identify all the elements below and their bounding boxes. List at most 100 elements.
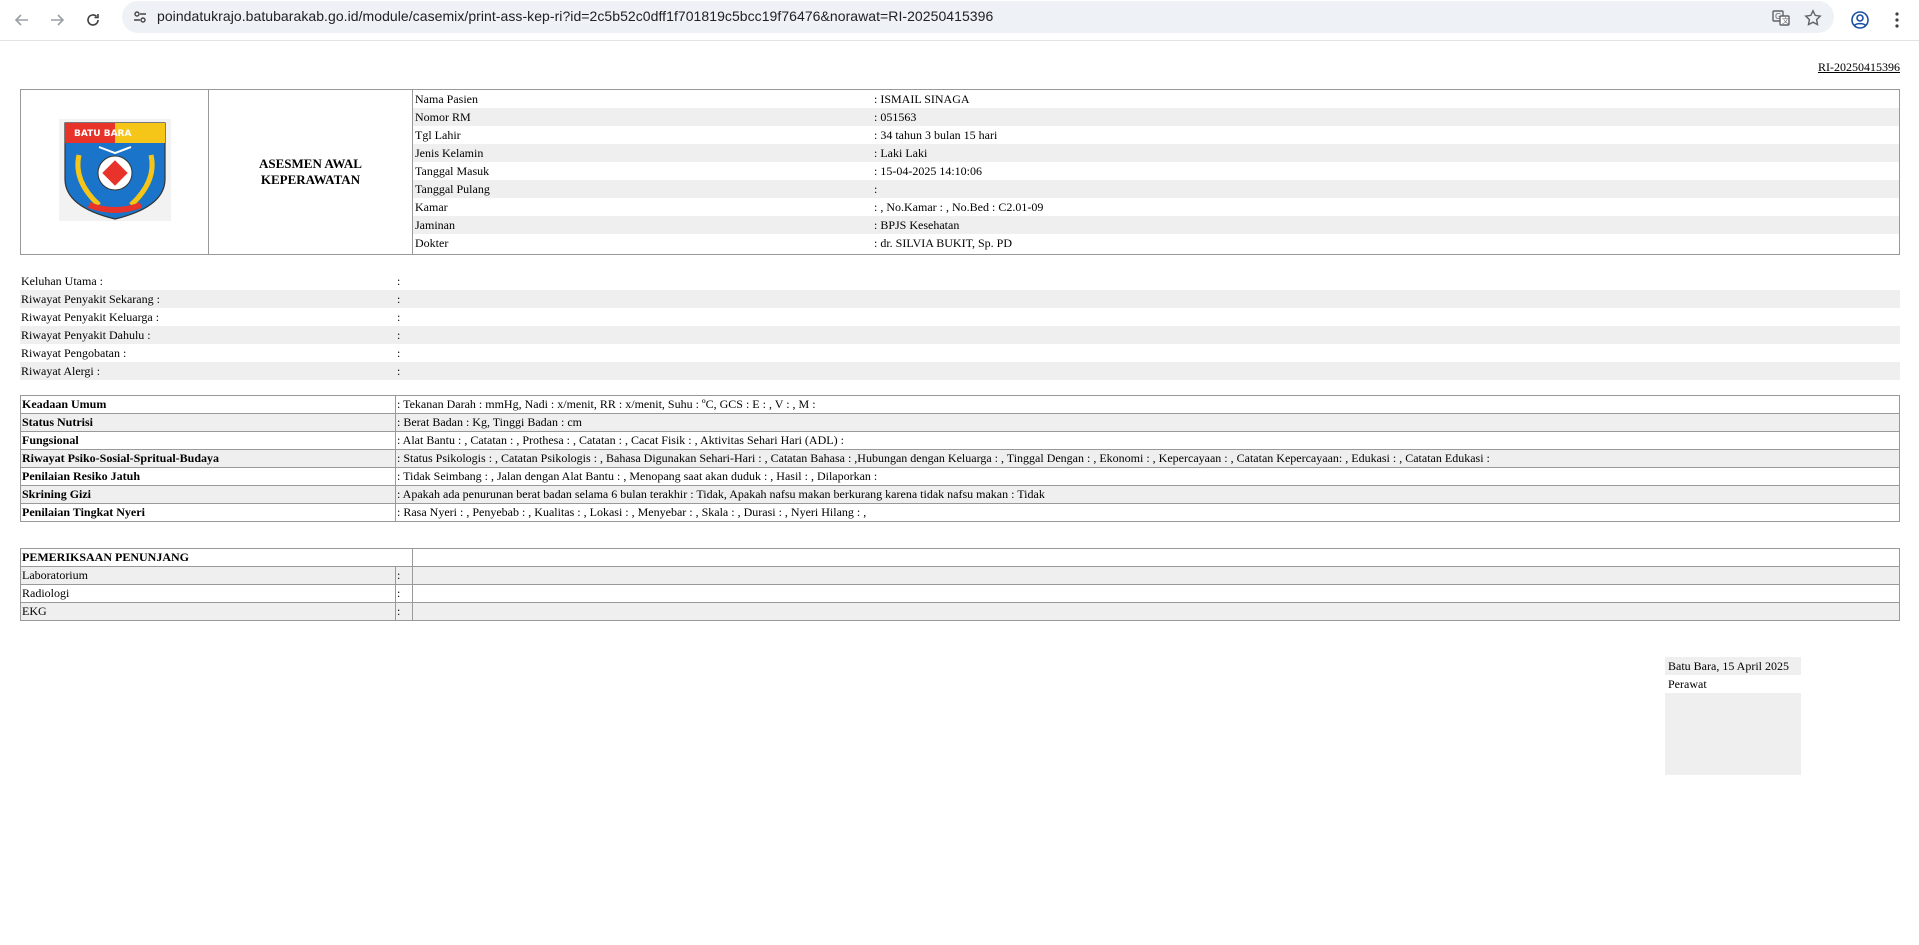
info-row: Jenis Kelamin: Laki Laki bbox=[413, 144, 1899, 162]
profile-icon[interactable] bbox=[1848, 8, 1872, 32]
assessment-value: : Alat Bantu : , Catatan : , Prothesa : … bbox=[395, 431, 1900, 450]
history-label: Riwayat Penyakit Keluarga : bbox=[21, 310, 160, 324]
svg-text:文: 文 bbox=[1782, 16, 1789, 25]
info-row: Nomor RM: 051563 bbox=[413, 108, 1899, 126]
history-label: Riwayat Penyakit Dahulu : bbox=[21, 328, 151, 342]
menu-kebab-icon[interactable] bbox=[1885, 8, 1909, 32]
info-label: Nomor RM bbox=[413, 108, 872, 126]
info-value: : BPJS Kesehatan bbox=[872, 216, 1899, 234]
history-row: Riwayat Alergi :: bbox=[20, 362, 1900, 380]
info-label: Nama Pasien bbox=[415, 91, 478, 106]
site-info-icon[interactable] bbox=[132, 9, 148, 25]
info-row: Nama Pasien : ISMAIL SINAGA bbox=[413, 90, 1899, 108]
history-label: Riwayat Alergi : bbox=[21, 364, 101, 378]
history-row: Keluhan Utama :: bbox=[20, 272, 1900, 290]
assessment-label: Skrining Gizi bbox=[20, 485, 396, 504]
address-bar[interactable]: poindatukrajo.batubarakab.go.id/module/c… bbox=[122, 1, 1834, 33]
assessment-label: Fungsional bbox=[20, 431, 396, 450]
history-label: Riwayat Pengobatan : bbox=[21, 346, 127, 360]
history-row: Riwayat Penyakit Keluarga :: bbox=[20, 308, 1900, 326]
assessment-row: Keadaan Umum: Tekanan Darah : mmHg, Nadi… bbox=[20, 395, 1900, 414]
assessment-row: Status Nutrisi: Berat Badan : Kg, Tinggi… bbox=[20, 413, 1900, 432]
history-colon: : bbox=[397, 274, 401, 288]
info-label: Jenis Kelamin bbox=[413, 144, 872, 162]
info-row: Kamar : , No.Kamar : , No.Bed : C2.01-09 bbox=[413, 198, 1899, 216]
assessment-row: Skrining Gizi: Apakah ada penurunan bera… bbox=[20, 485, 1900, 504]
history-colon: : bbox=[397, 346, 401, 360]
penunjang-row: EKG: bbox=[20, 602, 1900, 621]
penunjang-label: Laboratorium bbox=[20, 566, 396, 585]
assessment-row: Penilaian Tingkat Nyeri: Rasa Nyeri : , … bbox=[20, 503, 1900, 522]
signature-date: Batu Bara, 15 April 2025 bbox=[1665, 657, 1801, 675]
info-row: Tanggal Pulang: bbox=[413, 180, 1899, 198]
patient-header-table: BATU BARA ASESMEN AWAL KEPERAWATAN Nama … bbox=[20, 89, 1900, 255]
info-label: Dokter bbox=[415, 235, 449, 250]
history-row: Riwayat Penyakit Sekarang :: bbox=[20, 290, 1900, 308]
penunjang-value bbox=[412, 602, 1900, 621]
penunjang-label: Radiologi bbox=[20, 584, 396, 603]
penunjang-title: PEMERIKSAAN PENUNJANG bbox=[20, 548, 413, 567]
forward-arrow-icon[interactable] bbox=[45, 8, 69, 32]
info-row: Dokter : dr. SILVIA BUKIT, Sp. PD bbox=[413, 234, 1899, 252]
info-row: Tgl Lahir: 34 tahun 3 bulan 15 hari bbox=[413, 126, 1899, 144]
info-value: : 15-04-2025 14:10:06 bbox=[874, 163, 982, 178]
document-title: ASESMEN AWAL KEPERAWATAN bbox=[208, 89, 413, 255]
history-colon: : bbox=[397, 292, 401, 306]
info-label: Kamar bbox=[415, 199, 448, 214]
batu-bara-logo: BATU BARA bbox=[58, 119, 171, 221]
history-section: Keluhan Utama :: Riwayat Penyakit Sekara… bbox=[20, 272, 1900, 380]
info-value: : 34 tahun 3 bulan 15 hari bbox=[874, 127, 998, 142]
assessment-value: : Tidak Seimbang : , Jalan dengan Alat B… bbox=[395, 467, 1900, 486]
info-label: Jaminan bbox=[413, 216, 872, 234]
info-value: : , No.Kamar : , No.Bed : C2.01-09 bbox=[874, 199, 1044, 214]
history-colon: : bbox=[397, 328, 401, 342]
assessment-value: : Tekanan Darah : mmHg, Nadi : x/menit, … bbox=[395, 395, 1900, 414]
signature-role: Perawat bbox=[1668, 677, 1707, 691]
logo-cell: BATU BARA bbox=[20, 89, 209, 255]
history-label: Keluhan Utama : bbox=[21, 274, 103, 288]
signature-box bbox=[1665, 693, 1801, 775]
url-text: poindatukrajo.batubarakab.go.id/module/c… bbox=[157, 8, 994, 24]
penunjang-label: EKG bbox=[20, 602, 396, 621]
info-value: : bbox=[872, 180, 1899, 198]
info-value: : ISMAIL SINAGA bbox=[874, 91, 970, 106]
title-line-1: ASESMEN AWAL bbox=[259, 156, 362, 171]
penunjang-value bbox=[412, 566, 1900, 585]
assessment-label: Riwayat Psiko-Sosial-Spritual-Budaya bbox=[20, 449, 396, 468]
info-row: Jaminan: BPJS Kesehatan bbox=[413, 216, 1899, 234]
assessment-row: Fungsional: Alat Bantu : , Catatan : , P… bbox=[20, 431, 1900, 450]
assessment-label: Penilaian Tingkat Nyeri bbox=[20, 503, 396, 522]
info-value: : Laki Laki bbox=[872, 144, 1899, 162]
assessment-value: : Rasa Nyeri : , Penyebab : , Kualitas :… bbox=[395, 503, 1900, 522]
assessment-value: : Berat Badan : Kg, Tinggi Badan : cm bbox=[395, 413, 1900, 432]
browser-toolbar: poindatukrajo.batubarakab.go.id/module/c… bbox=[0, 0, 1919, 41]
back-arrow-icon[interactable] bbox=[10, 8, 34, 32]
history-row: Riwayat Penyakit Dahulu :: bbox=[20, 326, 1900, 344]
assessment-row: Penilaian Resiko Jatuh: Tidak Seimbang :… bbox=[20, 467, 1900, 486]
penunjang-header-empty bbox=[412, 548, 1900, 567]
translate-icon[interactable]: G文 bbox=[1771, 8, 1791, 28]
assessment-label: Penilaian Resiko Jatuh bbox=[20, 467, 396, 486]
info-value: : 051563 bbox=[872, 108, 1899, 126]
assessment-label: Status Nutrisi bbox=[20, 413, 396, 432]
penunjang-colon: : bbox=[395, 602, 413, 621]
info-label: Tanggal Masuk bbox=[415, 163, 490, 178]
reload-icon[interactable] bbox=[81, 8, 105, 32]
bookmark-star-icon[interactable] bbox=[1803, 8, 1823, 28]
penunjang-colon: : bbox=[395, 584, 413, 603]
info-label: Tanggal Pulang bbox=[413, 180, 872, 198]
assessment-label: Keadaan Umum bbox=[20, 395, 396, 414]
history-row: Riwayat Pengobatan :: bbox=[20, 344, 1900, 362]
info-row: Tanggal Masuk : 15-04-2025 14:10:06 bbox=[413, 162, 1899, 180]
assessment-table: Keadaan Umum: Tekanan Darah : mmHg, Nadi… bbox=[20, 395, 1900, 522]
penunjang-header-row: PEMERIKSAAN PENUNJANG bbox=[20, 548, 1900, 567]
patient-info-table: Nama Pasien : ISMAIL SINAGA Nomor RM: 051… bbox=[413, 90, 1899, 252]
penunjang-colon: : bbox=[395, 566, 413, 585]
norawat-link[interactable]: RI-20250415396 bbox=[1818, 60, 1900, 75]
signature-block: Batu Bara, 15 April 2025 Perawat bbox=[1665, 657, 1801, 775]
info-value: : dr. SILVIA BUKIT, Sp. PD bbox=[874, 235, 1013, 250]
patient-info-cell: Nama Pasien : ISMAIL SINAGA Nomor RM: 051… bbox=[412, 89, 1900, 255]
logo-text: BATU BARA bbox=[74, 129, 131, 139]
title-line-2: KEPERAWATAN bbox=[260, 172, 361, 187]
assessment-value: : Status Psikologis : , Catatan Psikolog… bbox=[395, 449, 1900, 468]
